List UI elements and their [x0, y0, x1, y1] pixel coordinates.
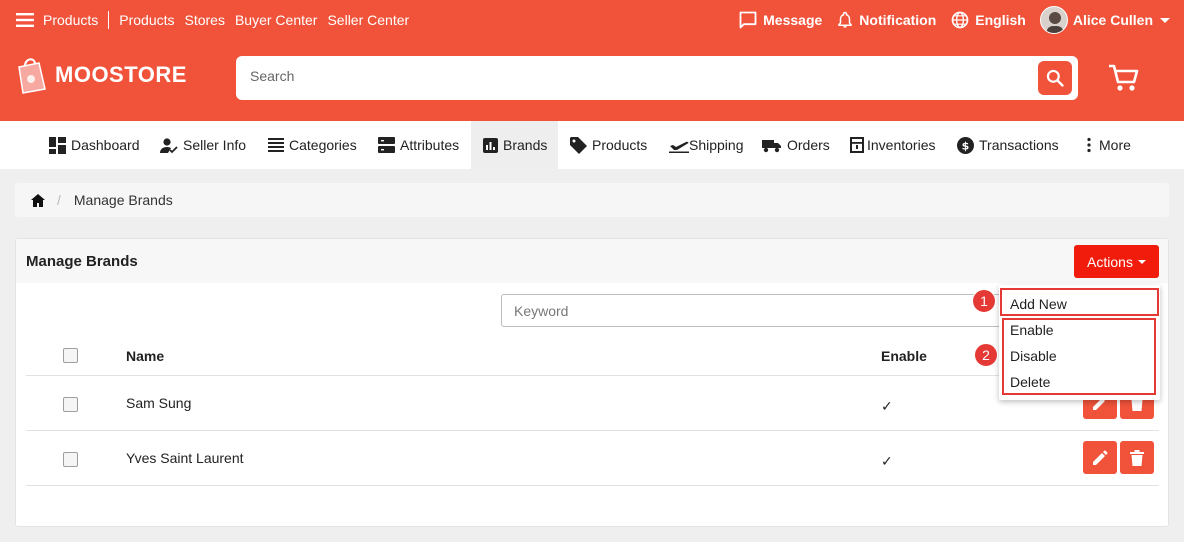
nav-label: More	[1099, 137, 1131, 153]
caret-down-icon	[1137, 259, 1146, 264]
nav-label: Orders	[787, 137, 830, 153]
top-link-buyer-center[interactable]: Buyer Center	[235, 12, 317, 28]
top-link-seller-center[interactable]: Seller Center	[327, 12, 409, 28]
notification-label: Notification	[859, 12, 937, 28]
top-link-products-menu[interactable]: Products	[43, 12, 98, 28]
nav-item-inventories[interactable]: Inventories	[850, 121, 935, 169]
chevron-down-icon	[1160, 18, 1170, 23]
top-header: Products Products Stores Buyer Center Se…	[0, 0, 1184, 121]
step-badge-1: 1	[972, 289, 996, 313]
user-menu[interactable]: Alice Cullen	[1039, 6, 1172, 34]
edit-button[interactable]	[1083, 441, 1117, 474]
brand-name: MOOSTORE	[55, 62, 187, 87]
row-checkbox[interactable]	[63, 397, 78, 412]
nav-item-products[interactable]: Products	[570, 121, 647, 169]
shopping-bag-logo-icon	[18, 58, 46, 94]
search-bar	[236, 56, 1078, 100]
nav-item-more[interactable]: More	[1083, 121, 1131, 169]
server-icon	[378, 137, 395, 153]
keyword-search	[501, 294, 1001, 327]
dashboard-icon	[49, 136, 66, 154]
nav-item-categories[interactable]: Categories	[268, 121, 357, 169]
table-row: Sam Sung ✓	[26, 376, 1159, 431]
tag-icon	[570, 136, 587, 154]
nav-label: Brands	[503, 137, 548, 153]
enabled-check-icon: ✓	[881, 453, 893, 469]
top-link-divider	[108, 11, 110, 29]
bar-chart-icon	[483, 137, 498, 153]
truck-icon	[762, 139, 781, 152]
nav-item-dashboard[interactable]: Dashboard	[49, 121, 140, 169]
more-vertical-icon	[1087, 137, 1091, 153]
user-name: Alice Cullen	[1072, 12, 1153, 28]
trash-icon	[1130, 449, 1144, 466]
inventory-icon	[850, 137, 864, 153]
top-link-stores[interactable]: Stores	[185, 12, 225, 28]
nav-label: Seller Info	[183, 137, 247, 153]
nav-label: Categories	[289, 137, 357, 153]
top-link-products[interactable]: Products	[119, 12, 174, 28]
list-icon	[268, 138, 284, 152]
nav-item-brands[interactable]: Brands	[471, 121, 558, 169]
nav-item-transactions[interactable]: $ Transactions	[957, 121, 1059, 169]
column-header-enable[interactable]: Enable	[881, 348, 927, 364]
airplane-icon	[669, 141, 689, 153]
nav-label: Transactions	[979, 137, 1059, 153]
highlight-box-add-new	[1000, 288, 1159, 316]
dollar-coin-icon: $	[957, 136, 974, 154]
nav-item-orders[interactable]: Orders	[762, 121, 830, 169]
row-checkbox[interactable]	[63, 452, 78, 467]
language-label: English	[975, 12, 1026, 28]
seller-nav-bar: Dashboard Seller Info Categories Attribu…	[0, 121, 1184, 169]
nav-label: Inventories	[867, 137, 936, 153]
highlight-box-status-actions	[1002, 318, 1156, 395]
nav-label: Dashboard	[71, 137, 140, 153]
user-check-icon	[160, 137, 178, 153]
svg-text:$: $	[962, 139, 970, 152]
nav-label: Shipping	[689, 137, 744, 153]
message-label: Message	[763, 12, 823, 28]
message-link[interactable]: Message	[738, 10, 822, 30]
select-all-checkbox[interactable]	[63, 348, 78, 363]
nav-item-seller-info[interactable]: Seller Info	[160, 121, 246, 169]
column-header-name[interactable]: Name	[126, 348, 164, 364]
shopping-cart-icon[interactable]	[1108, 63, 1140, 93]
actions-button[interactable]: Actions	[1074, 245, 1159, 278]
hamburger-menu-icon[interactable]	[16, 13, 34, 27]
top-links: Products Products Stores Buyer Center Se…	[16, 11, 419, 29]
nav-label: Products	[592, 137, 648, 153]
brand-name-cell: Sam Sung	[126, 395, 192, 411]
message-icon	[739, 11, 757, 29]
keyword-input[interactable]	[514, 303, 974, 319]
language-selector[interactable]: English	[950, 10, 1026, 30]
delete-button[interactable]	[1120, 441, 1154, 474]
store-logo[interactable]: MOOSTORE	[15, 55, 187, 95]
panel-header: Manage Brands Actions	[16, 239, 1168, 283]
breadcrumb-separator: /	[57, 192, 61, 208]
search-input[interactable]	[250, 68, 1030, 84]
table-row: Yves Saint Laurent ✓	[26, 431, 1159, 486]
avatar	[1039, 6, 1068, 34]
search-icon	[1046, 69, 1064, 87]
manage-brands-panel: Manage Brands Actions Name Enable Sam Su…	[15, 238, 1169, 527]
top-utility-bar: Products Products Stores Buyer Center Se…	[0, 0, 1184, 40]
page-title: Manage Brands	[26, 253, 138, 270]
pencil-icon	[1093, 450, 1108, 465]
globe-icon	[951, 11, 969, 29]
notification-link[interactable]: Notification	[836, 10, 936, 30]
nav-item-shipping[interactable]: Shipping	[669, 121, 744, 169]
nav-item-attributes[interactable]: Attributes	[378, 121, 459, 169]
top-user-area: Message Notification English Alice Culle…	[724, 6, 1172, 34]
step-badge-2: 2	[974, 343, 998, 367]
bell-icon	[838, 11, 853, 28]
actions-label: Actions	[1087, 253, 1133, 270]
search-button[interactable]	[1038, 61, 1072, 95]
brand-name-cell: Yves Saint Laurent	[126, 450, 244, 466]
breadcrumb-current: Manage Brands	[73, 192, 173, 208]
home-icon[interactable]	[31, 193, 45, 207]
nav-label: Attributes	[400, 137, 460, 153]
enabled-check-icon: ✓	[881, 398, 893, 414]
breadcrumb: / Manage Brands	[15, 183, 1169, 217]
